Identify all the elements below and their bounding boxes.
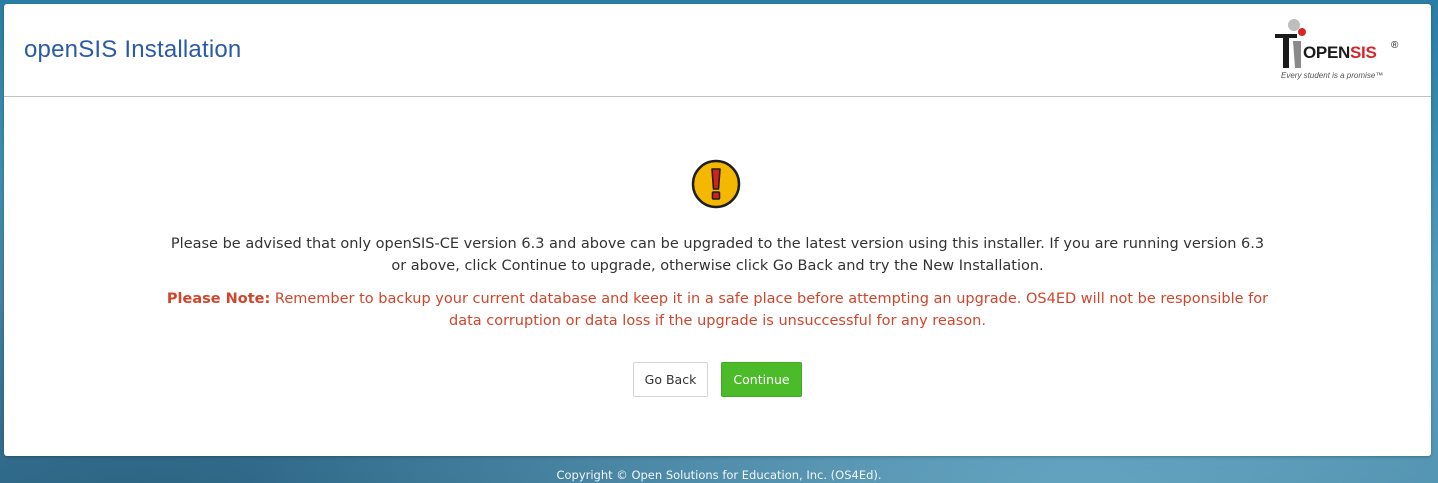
page-title: openSIS Installation [24, 36, 242, 63]
panel-header: openSIS Installation OPENSIS ® Every stu… [4, 4, 1431, 97]
panel-body: Please be advised that only openSIS-CE v… [4, 97, 1431, 456]
go-back-button[interactable]: Go Back [633, 362, 708, 397]
backup-note: Please Note: Remember to backup your cur… [164, 288, 1271, 332]
logo-tagline: Every student is a promise™ [1281, 71, 1384, 80]
note-text: Remember to backup your current database… [270, 291, 1269, 329]
note-label: Please Note: [166, 291, 271, 307]
opensis-logo: OPENSIS ® Every student is a promise™ [1273, 16, 1413, 86]
footer-copyright: Copyright © Open Solutions for Education… [556, 468, 882, 482]
installer-panel: openSIS Installation OPENSIS ® Every stu… [4, 4, 1431, 456]
logo-registered-mark: ® [1391, 40, 1399, 51]
logo-wordmark: OPENSIS [1303, 43, 1377, 62]
warning-exclamation-icon [691, 159, 741, 209]
continue-button[interactable]: Continue [721, 362, 802, 397]
upgrade-advice-text: Please be advised that only openSIS-CE v… [170, 236, 1265, 274]
